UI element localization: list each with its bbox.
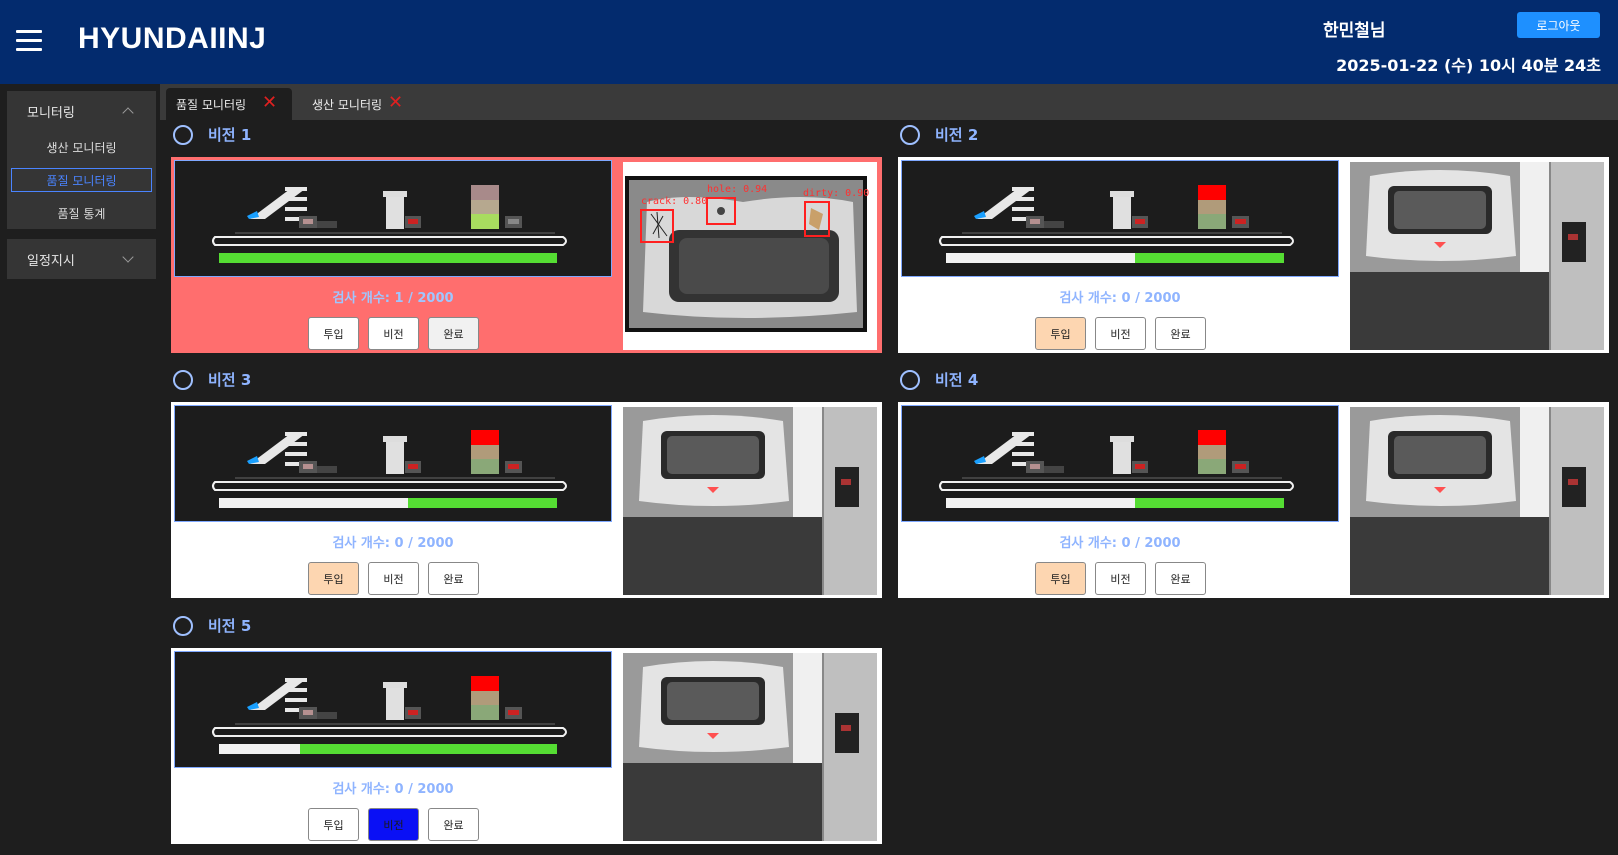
station-name: 비전 4 [935,371,979,389]
tab-label: 생산 모니터링 [312,97,383,112]
inspection-count: 검사 개수: 0 / 2000 [1059,291,1181,306]
sidebar: 모니터링 생산 모니터링 품질 모니터링 품질 통계 일정지시 [0,84,160,855]
sidebar-item-quality-stats[interactable]: 품질 통계 [11,197,152,230]
sidebar-group-header-monitoring[interactable]: 모니터링 [7,91,156,131]
station-name: 비전 3 [208,371,252,389]
station-select-radio[interactable] [173,124,193,145]
camera-image [1350,407,1604,595]
input-button[interactable]: 투입 [1035,317,1086,350]
camera-feed: crack: 0.80 hole: 0.94 dirty: 0.90 [623,162,877,350]
close-icon[interactable]: ✕ [262,92,277,113]
camera-image [623,407,877,595]
station-select-radio[interactable] [900,369,920,390]
line-schematic-graphic [212,185,567,263]
vision-button[interactable]: 비전 [1095,562,1146,595]
user-name: 한민철님 [1323,21,1386,41]
line-schematic [174,651,612,768]
sidebar-item-quality-monitoring[interactable]: 품질 모니터링 [11,168,152,192]
line-schematic [901,405,1339,522]
station-card: 검사 개수: 0 / 2000 투입 비전 완료 [898,157,1609,353]
sidebar-group-header-schedule[interactable]: 일정지시 [7,239,156,279]
line-schematic-graphic [939,185,1294,263]
camera-feed [623,407,877,595]
line-schematic-graphic [212,676,567,754]
chevron-up-icon [122,107,134,119]
sidebar-item-production-monitoring[interactable]: 생산 모니터링 [11,131,152,164]
station-name: 비전 2 [935,126,979,144]
complete-button[interactable]: 완료 [428,562,479,595]
svg-text:hole: 0.94: hole: 0.94 [707,184,767,195]
vision-button[interactable]: 비전 [368,808,419,841]
station-select-radio[interactable] [173,369,193,390]
camera-image [1350,162,1604,350]
station-card: 검사 개수: 0 / 2000 투입 비전 완료 [171,648,882,844]
line-schematic-graphic [212,430,567,508]
vision-button[interactable]: 비전 [368,562,419,595]
tab-label: 품질 모니터링 [176,97,247,112]
tab-quality-monitoring[interactable]: 품질 모니터링 ✕ [166,88,292,120]
input-button[interactable]: 투입 [308,317,359,350]
camera-feed [1350,407,1604,595]
sidebar-group-label: 일정지시 [27,253,75,269]
tab-bar: 품질 모니터링 ✕ 생산 모니터링 ✕ [160,84,1618,120]
line-schematic [901,160,1339,277]
input-button[interactable]: 투입 [308,808,359,841]
camera-feed [1350,162,1604,350]
sidebar-group-label: 모니터링 [27,105,75,121]
complete-button[interactable]: 완료 [1155,562,1206,595]
station-1-title: 비전 1 [173,124,251,145]
camera-image [623,653,877,841]
input-button[interactable]: 투입 [308,562,359,595]
sidebar-group-schedule: 일정지시 [7,239,156,279]
complete-button[interactable]: 완료 [428,317,479,350]
vision-button[interactable]: 비전 [368,317,419,350]
inspection-count: 검사 개수: 1 / 2000 [332,291,454,306]
brand-logo: HYUNDAIINJ [78,22,267,55]
station-card: 검사 개수: 0 / 2000 투입 비전 완료 [171,402,882,598]
svg-text:dirty: 0.90: dirty: 0.90 [803,188,869,199]
chevron-down-icon [122,251,134,263]
svg-text:crack: 0.80: crack: 0.80 [641,196,707,207]
input-button[interactable]: 투입 [1035,562,1086,595]
inspection-count: 검사 개수: 0 / 2000 [332,782,454,797]
camera-feed [623,653,877,841]
inspection-count: 검사 개수: 0 / 2000 [1059,536,1181,551]
station-card: 검사 개수: 1 / 2000 투입 비전 완료 crack: 0.80 hol… [171,157,882,353]
station-select-radio[interactable] [173,615,193,636]
current-datetime: 2025-01-22 (수) 10시 40분 24초 [1336,56,1601,75]
line-schematic-graphic [939,430,1294,508]
station-select-radio[interactable] [900,124,920,145]
inspection-count: 검사 개수: 0 / 2000 [332,536,454,551]
complete-button[interactable]: 완료 [428,808,479,841]
close-icon[interactable]: ✕ [388,92,403,113]
menu-icon[interactable] [16,30,42,52]
top-header: HYUNDAIINJ 한민철님 로그아웃 2025-01-22 (수) 10시 … [0,0,1618,84]
sidebar-group-monitoring: 모니터링 생산 모니터링 품질 모니터링 품질 통계 [7,91,156,229]
line-schematic [174,160,612,277]
station-3-title: 비전 3 [173,369,251,390]
complete-button[interactable]: 완료 [1155,317,1206,350]
vision-button[interactable]: 비전 [1095,317,1146,350]
station-name: 비전 1 [208,126,252,144]
tab-production-monitoring[interactable]: 생산 모니터링 ✕ [302,88,432,120]
station-card: 검사 개수: 0 / 2000 투입 비전 완료 [898,402,1609,598]
station-4-title: 비전 4 [900,369,978,390]
logout-button[interactable]: 로그아웃 [1517,12,1600,38]
line-schematic [174,405,612,522]
station-name: 비전 5 [208,617,252,635]
camera-image: crack: 0.80 hole: 0.94 dirty: 0.90 [623,162,877,350]
station-5-title: 비전 5 [173,615,251,636]
station-2-title: 비전 2 [900,124,978,145]
